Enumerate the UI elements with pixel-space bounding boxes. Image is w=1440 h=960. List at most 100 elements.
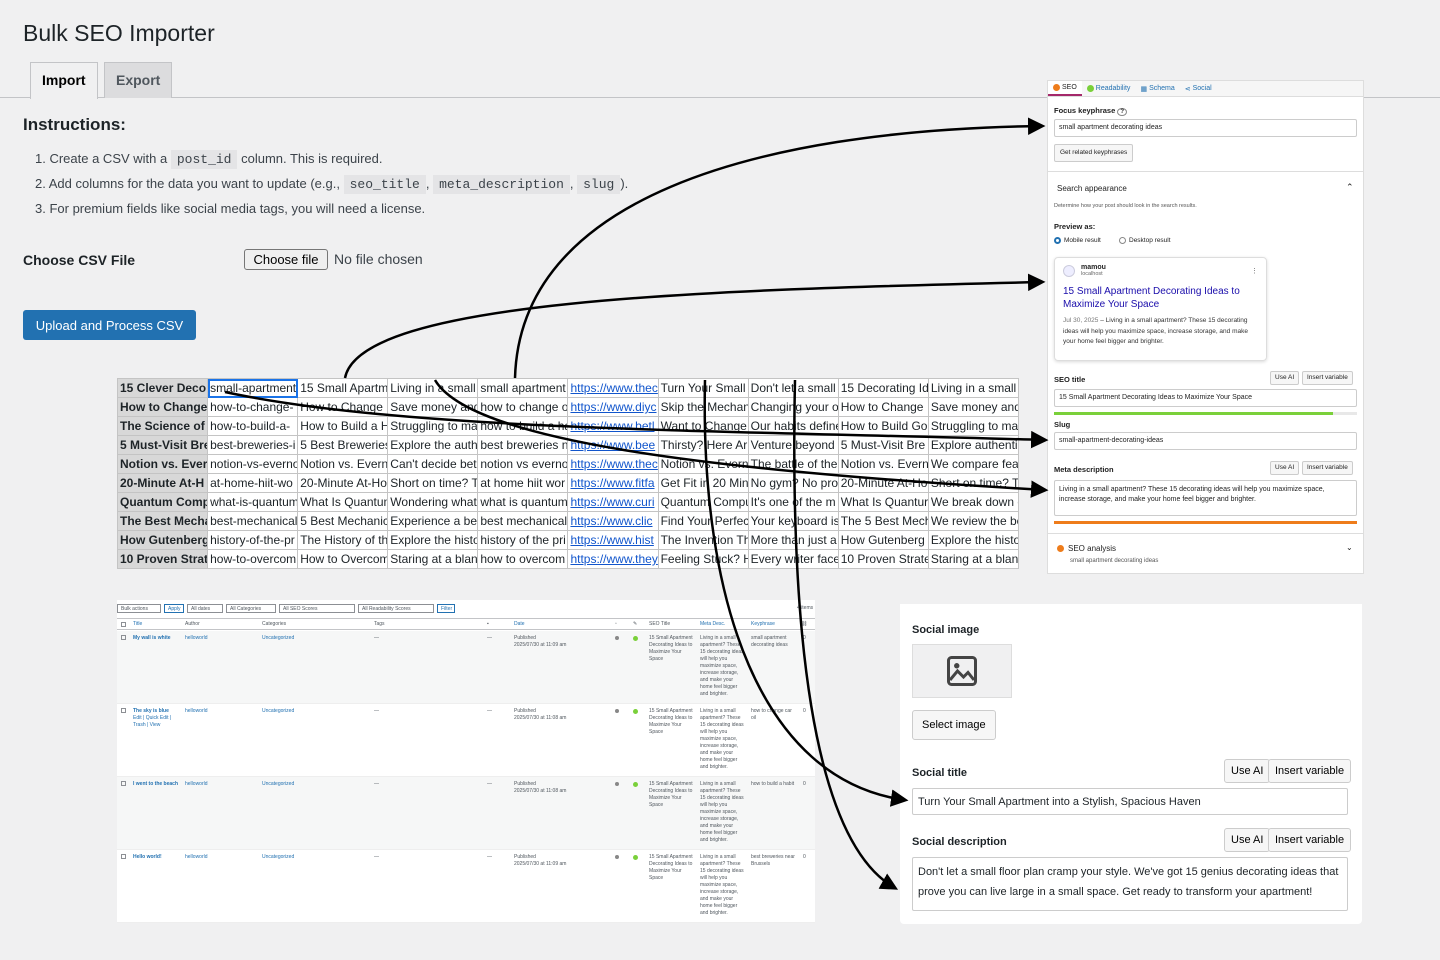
sheet-cell[interactable]: Explore the histo (387, 530, 479, 550)
social-title-use-ai-button[interactable]: Use AI (1224, 759, 1271, 783)
sheet-cell[interactable]: Struggling to ma (927, 416, 1020, 436)
sheet-cell[interactable]: Notion vs. Evern (837, 454, 929, 474)
sheet-cell[interactable]: Explore the histo (927, 530, 1020, 550)
social-description-input[interactable]: Don't let a small floor plan cramp your … (912, 857, 1348, 911)
sheet-cell[interactable]: How to Change (837, 397, 929, 417)
sheet-cell[interactable]: We break down c (927, 492, 1020, 512)
sheet-cell[interactable]: 20-Minute At-H (116, 473, 209, 493)
post-cat[interactable]: Uncategorized (262, 854, 352, 861)
meta-use-ai-button[interactable]: Use AI (1270, 461, 1300, 475)
sheet-cell[interactable]: Living in a small a (927, 378, 1020, 398)
post-title[interactable]: I went to the beach (133, 781, 181, 788)
sheet-cell[interactable]: 5 Best Mechanic (297, 511, 389, 531)
sheet-cell[interactable]: Struggling to ma (387, 416, 479, 436)
row-checkbox[interactable] (121, 781, 126, 786)
upload-button[interactable]: Upload and Process CSV (23, 310, 196, 340)
sheet-cell[interactable]: Explore authenti (927, 435, 1020, 455)
sheet-cell[interactable]: best-breweries-i (207, 435, 299, 455)
social-title-input[interactable]: Turn Your Small Apartment into a Stylish… (912, 788, 1348, 815)
tab-readability[interactable]: Readability (1082, 81, 1136, 96)
tab-import[interactable]: Import (30, 62, 98, 99)
sheet-cell[interactable]: 15 Small Apartm (297, 378, 389, 398)
seo-title-insert-variable-button[interactable]: Insert variable (1302, 371, 1353, 385)
sheet-cell[interactable]: Skip the Mechan (657, 397, 749, 417)
sheet-cell[interactable]: How to Build a H (297, 416, 389, 436)
post-row[interactable]: Hello world! helloworld Uncategorized — — Pub… (117, 850, 815, 923)
sheet-cell[interactable]: The Best Mecha (116, 511, 209, 531)
sheet-cell[interactable]: Quantum Compu (657, 492, 749, 512)
sheet-cell[interactable]: https://www.bee (567, 435, 659, 455)
sheet-cell[interactable]: https://www.hist (567, 530, 659, 550)
col-date[interactable]: Date (514, 621, 525, 628)
post-author[interactable]: helloworld (185, 708, 245, 715)
sheet-cell[interactable]: Short on time? T (387, 473, 479, 493)
sheet-cell[interactable]: best breweries n (477, 435, 569, 455)
search-appearance-title[interactable]: Search appearance (1057, 184, 1127, 193)
sheet-cell[interactable]: small apartment (477, 378, 569, 398)
select-all-checkbox[interactable] (121, 622, 126, 627)
chevron-up-icon[interactable]: ⌃ (1346, 182, 1354, 193)
seo-title-input[interactable]: 15 Small Apartment Decorating Ideas to M… (1054, 389, 1357, 407)
sheet-cell[interactable]: small-apartment (207, 378, 299, 398)
post-row[interactable]: My wall is white helloworld Uncategorized —… (117, 631, 815, 704)
sheet-cell[interactable]: https://www.thec (567, 454, 659, 474)
sheet-cell[interactable]: how-to-overcom (207, 549, 299, 569)
sheet-cell[interactable]: Notion vs. Evern (297, 454, 389, 474)
sheet-cell[interactable]: Notion vs. Ever (116, 454, 209, 474)
sheet-cell[interactable]: 5 Best Breweries (297, 435, 389, 455)
sheet-cell[interactable]: No gym? No pro (747, 473, 839, 493)
post-author[interactable]: helloworld (185, 635, 245, 642)
social-desc-insert-variable-button[interactable]: Insert variable (1268, 828, 1352, 852)
sheet-cell[interactable]: How to Change (297, 397, 389, 417)
sheet-cell[interactable]: at-home-hiit-wo (207, 473, 299, 493)
sheet-cell[interactable]: notion-vs-everno (207, 454, 299, 474)
sheet-cell[interactable]: https://www.diyc (567, 397, 659, 417)
tab-export[interactable]: Export (104, 62, 173, 98)
meta-insert-variable-button[interactable]: Insert variable (1302, 461, 1353, 475)
sheet-cell[interactable]: Want to Change (657, 416, 749, 436)
row-checkbox[interactable] (121, 635, 126, 640)
sheet-cell[interactable]: More than just a (747, 530, 839, 550)
sheet-cell[interactable]: Every writer face (747, 549, 839, 569)
bulk-actions-select[interactable]: Bulk actions (117, 604, 161, 613)
sheet-cell[interactable]: 20-Minute At-Ho (297, 473, 389, 493)
sheet-cell[interactable]: We compare feat (927, 454, 1020, 474)
sheet-cell[interactable]: 15 Decorating Id (837, 378, 929, 398)
sheet-cell[interactable]: Experience a bet (387, 511, 479, 531)
focus-keyphrase-input[interactable]: small apartment decorating ideas (1054, 119, 1357, 137)
sheet-cell[interactable]: The Invention Th (657, 530, 749, 550)
sheet-cell[interactable]: Save money and (387, 397, 479, 417)
sheet-cell[interactable]: https://www.they (567, 549, 659, 569)
sheet-cell[interactable]: https://www.clic (567, 511, 659, 531)
kebab-icon[interactable]: ⋮ (1251, 267, 1258, 275)
sheet-cell[interactable]: Find Your Perfec (657, 511, 749, 531)
sheet-cell[interactable]: 10 Proven Strate (837, 549, 929, 569)
sheet-cell[interactable]: Don't let a small (747, 378, 839, 398)
post-cat[interactable]: Uncategorized (262, 781, 352, 788)
related-keyphrases-button[interactable]: Get related keyphrases (1054, 144, 1134, 162)
sheet-cell[interactable]: Staring at a blan (387, 549, 479, 569)
row-checkbox[interactable] (121, 708, 126, 713)
help-icon[interactable]: ? (1117, 108, 1128, 116)
row-actions[interactable]: Edit | Quick Edit | Trash | View (133, 715, 181, 729)
tab-seo[interactable]: SEO (1048, 81, 1082, 96)
social-title-insert-variable-button[interactable]: Insert variable (1268, 759, 1352, 783)
seo-scores-select[interactable]: All SEO Scores (279, 604, 355, 613)
sheet-cell[interactable]: at home hiit wor (477, 473, 569, 493)
sheet-cell[interactable]: history of the pri (477, 530, 569, 550)
tab-schema[interactable]: ▦ Schema (1135, 81, 1179, 96)
sheet-cell[interactable]: Explore the auth (387, 435, 479, 455)
post-title[interactable]: Hello world! (133, 854, 181, 861)
sheet-cell[interactable]: 10 Proven Strat (116, 549, 209, 569)
sheet-cell[interactable]: how to build a ha (477, 416, 569, 436)
sheet-cell[interactable]: Thirsty? Here Ar (657, 435, 749, 455)
sheet-cell[interactable]: 20-Minute At-Ho (837, 473, 929, 493)
sheet-cell[interactable]: How to Change (116, 397, 209, 417)
sheet-cell[interactable]: Living in a small (387, 378, 479, 398)
post-row[interactable]: The sky is blue helloworld Uncategorized — —… (117, 704, 815, 777)
sheet-cell[interactable]: Venture beyond (747, 435, 839, 455)
col-title[interactable]: Title (133, 621, 142, 628)
sheet-cell[interactable]: https://www.betl (567, 416, 659, 436)
apply-button[interactable]: Apply (164, 604, 184, 613)
sheet-cell[interactable]: The battle of the (747, 454, 839, 474)
